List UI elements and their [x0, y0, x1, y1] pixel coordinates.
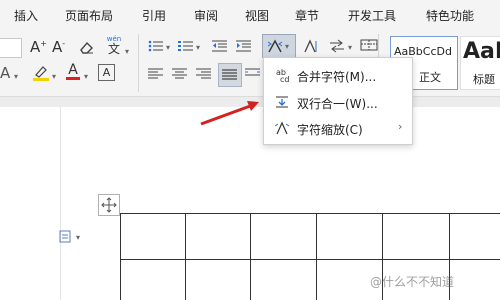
- style-heading-label: 标题: [473, 73, 495, 86]
- move-icon: [101, 197, 117, 213]
- tab-references[interactable]: 引用: [142, 7, 166, 24]
- menu-item-merge-chars[interactable]: ab cd 合并字符(M)...: [264, 64, 412, 86]
- chinese-layout-icon: [267, 39, 283, 53]
- text-direction-icon[interactable]: [302, 38, 318, 57]
- char-border-icon[interactable]: A: [98, 64, 115, 81]
- tab-developer[interactable]: 开发工具: [348, 7, 396, 24]
- style-heading-preview: AaB: [463, 39, 500, 64]
- two-lines-in-one-icon: [276, 96, 288, 108]
- font-color-icon[interactable]: A: [66, 63, 80, 80]
- chevron-down-icon[interactable]: ▾: [166, 43, 170, 52]
- distribute-icon[interactable]: [245, 68, 261, 83]
- document-page: ▾ @什么不不知道: [0, 107, 500, 300]
- chevron-down-icon[interactable]: ▾: [348, 43, 352, 52]
- text-effect-icon[interactable]: A: [0, 66, 10, 81]
- tab-review[interactable]: 审阅: [194, 7, 218, 24]
- justify-icon: [222, 69, 237, 80]
- ribbon-toolbar: A+ A- wén 文 ▾ ▾ ▾ ▾ ▾ A ▾ ▾ A ▾ A AaBbCc…: [0, 30, 500, 97]
- numbered-list-icon[interactable]: [178, 40, 194, 55]
- menu-item-char-scale[interactable]: 字符缩放(C) ›: [264, 117, 412, 139]
- chevron-down-icon[interactable]: ▾: [84, 72, 88, 81]
- watermark-text: @什么不不知道: [370, 275, 455, 289]
- justify-button[interactable]: [218, 63, 242, 87]
- align-left-icon[interactable]: [148, 68, 164, 83]
- svg-text:cd: cd: [280, 75, 289, 83]
- grow-font-icon[interactable]: A+: [30, 40, 47, 55]
- chevron-down-icon[interactable]: ▾: [14, 72, 18, 81]
- tab-chapter[interactable]: 章节: [295, 7, 319, 24]
- table-move-handle[interactable]: [98, 194, 120, 216]
- tab-special-features[interactable]: 特色功能: [426, 7, 474, 24]
- align-center-icon[interactable]: [172, 68, 188, 83]
- line-spacing-icon[interactable]: [328, 39, 346, 56]
- tab-view[interactable]: 视图: [245, 7, 269, 24]
- clear-format-icon[interactable]: [78, 40, 94, 57]
- style-normal-label: 正文: [419, 71, 441, 84]
- chevron-down-icon[interactable]: ▾: [52, 72, 56, 81]
- chevron-down-icon[interactable]: ▾: [196, 43, 200, 52]
- style-heading[interactable]: AaB 标题: [460, 36, 500, 90]
- increase-indent-icon[interactable]: [236, 40, 252, 55]
- tab-page-layout[interactable]: 页面布局: [65, 7, 113, 24]
- highlight-icon[interactable]: [32, 64, 50, 85]
- chevron-down-icon[interactable]: ▾: [76, 233, 80, 242]
- phonetic-guide-icon[interactable]: wén 文: [104, 36, 124, 56]
- table-grid-icon[interactable]: [360, 39, 378, 54]
- shrink-font-icon[interactable]: A-: [52, 40, 65, 55]
- chevron-down-icon: ▾: [285, 42, 290, 51]
- paste-options-icon[interactable]: [58, 229, 72, 246]
- merge-chars-icon: abcd: [276, 68, 289, 83]
- menu-tabs-bar: 插入 页面布局 引用 审阅 视图 章节 开发工具 特色功能: [0, 0, 500, 30]
- red-arrow-annotation: [200, 101, 259, 126]
- tab-insert[interactable]: 插入: [14, 7, 38, 24]
- chevron-down-icon[interactable]: ▾: [125, 47, 129, 56]
- char-scale-icon: [274, 121, 290, 135]
- chinese-layout-button[interactable]: ▾: [262, 34, 296, 58]
- font-size-box[interactable]: [0, 38, 22, 58]
- align-right-icon[interactable]: [196, 68, 212, 83]
- bullet-list-icon[interactable]: [148, 40, 164, 55]
- decrease-indent-icon[interactable]: [212, 40, 228, 55]
- submenu-arrow-icon: ›: [398, 120, 403, 133]
- chinese-layout-dropdown: ab cd 合并字符(M)... 双行合一(W)... 字符缩放(C) ›: [263, 57, 413, 145]
- menu-item-two-lines-in-one[interactable]: 双行合一(W)...: [264, 91, 412, 113]
